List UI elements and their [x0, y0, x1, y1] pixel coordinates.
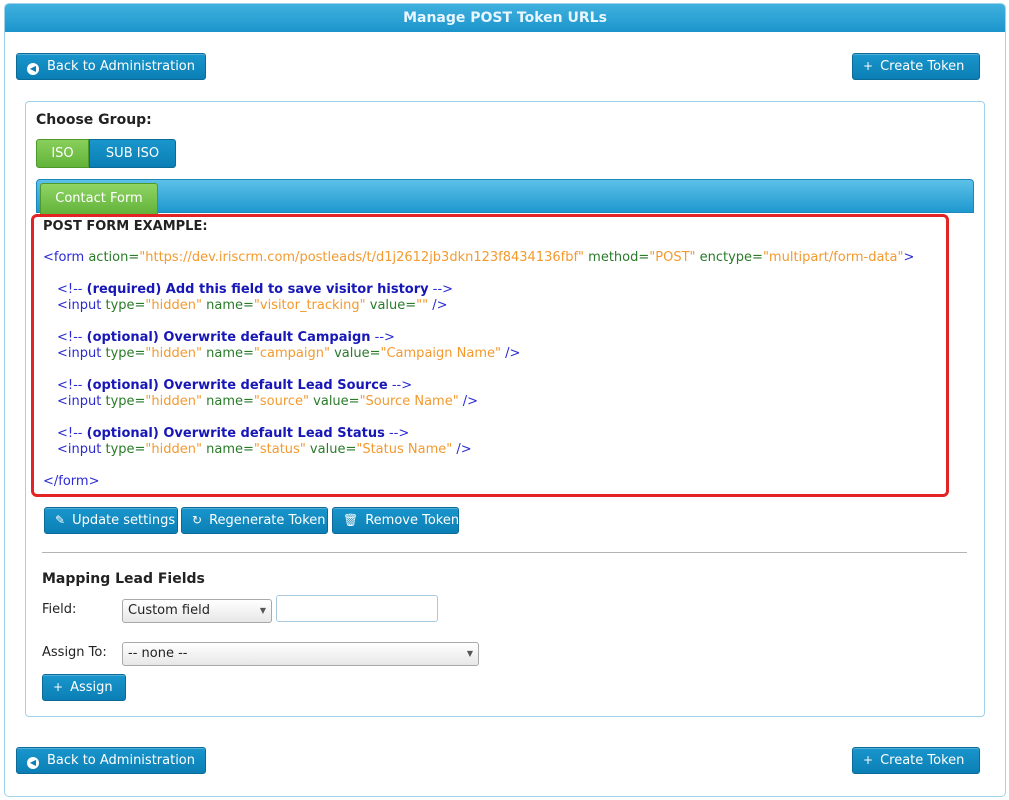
group-settings-panel: Choose Group: ISO SUB ISO Contact Form P… — [25, 101, 985, 717]
post-form-heading: POST FORM EXAMPLE: — [43, 219, 208, 234]
code-comment: <!-- (optional) Overwrite default Lead S… — [57, 426, 410, 441]
field-select[interactable]: Custom field ▼ — [122, 599, 272, 623]
plus-icon: + — [53, 680, 64, 694]
field-label: Field: — [42, 602, 77, 617]
code-line-form-close: </form> — [43, 474, 100, 489]
page-container: Manage POST Token URLs ◀ Back to Administ… — [4, 3, 1006, 797]
back-to-administration-button-bottom[interactable]: ◀ Back to Administration — [16, 747, 206, 774]
back-to-administration-button-top[interactable]: ◀ Back to Administration — [16, 53, 206, 80]
section-divider — [42, 552, 967, 553]
create-button-label: Create Token — [880, 59, 965, 74]
caret-down-icon: ▼ — [259, 606, 266, 615]
refresh-icon: ↻ — [192, 513, 203, 527]
caret-down-icon: ▼ — [466, 649, 473, 658]
assign-to-label: Assign To: — [42, 645, 107, 660]
code-input-line: <input type="hidden" name="source" value… — [57, 394, 479, 409]
code-comment: <!-- (optional) Overwrite default Lead S… — [57, 378, 413, 393]
remove-token-button[interactable]: 🗑 Remove Token — [332, 507, 459, 534]
code-line-form-open: <form action="https://dev.iriscrm.com/po… — [43, 250, 915, 265]
create-token-button-bottom[interactable]: + Create Token — [852, 747, 980, 774]
custom-field-input[interactable] — [276, 595, 438, 622]
code-comment: <!-- (required) Add this field to save v… — [57, 282, 454, 297]
code-input-line: <input type="hidden" name="status" value… — [57, 442, 472, 457]
trash-icon: 🗑 — [343, 513, 359, 527]
choose-group-label: Choose Group: — [36, 112, 152, 128]
plus-icon: + — [863, 59, 874, 73]
tab-contact-form[interactable]: Contact Form — [40, 183, 158, 214]
update-settings-button[interactable]: ✎ Update settings — [44, 507, 178, 534]
mapping-heading: Mapping Lead Fields — [42, 571, 205, 587]
plus-icon: + — [863, 753, 874, 767]
arrow-left-circle-icon: ◀ — [27, 757, 39, 769]
arrow-left-circle-icon: ◀ — [27, 63, 39, 75]
create-token-button-top[interactable]: + Create Token — [852, 53, 980, 80]
group-option-iso[interactable]: ISO — [36, 139, 89, 168]
form-tabs: Contact Form — [36, 179, 974, 214]
assign-button[interactable]: + Assign — [42, 674, 126, 701]
back-button-label: Back to Administration — [47, 753, 196, 768]
pencil-icon: ✎ — [55, 513, 66, 527]
page-title: Manage POST Token URLs — [5, 4, 1005, 32]
code-comment: <!-- (optional) Overwrite default Campai… — [57, 330, 395, 345]
regenerate-token-button[interactable]: ↻ Regenerate Token — [181, 507, 328, 534]
post-form-example: POST FORM EXAMPLE: <form action="https:/… — [31, 214, 949, 497]
create-button-label: Create Token — [880, 753, 965, 768]
group-option-sub-iso[interactable]: SUB ISO — [89, 139, 176, 168]
code-input-line: <input type="hidden" name="campaign" val… — [57, 346, 521, 361]
assign-to-select[interactable]: -- none -- ▼ — [122, 642, 479, 666]
back-button-label: Back to Administration — [47, 59, 196, 74]
code-input-line: <input type="hidden" name="visitor_track… — [57, 298, 448, 313]
